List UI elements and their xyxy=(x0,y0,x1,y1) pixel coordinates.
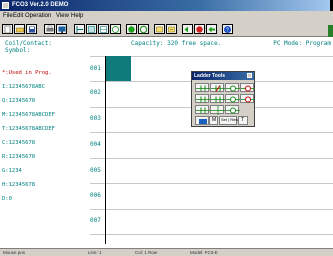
falling-edge-icon[interactable] xyxy=(210,94,225,103)
monitor-timers: T:12345678ABCDEF xyxy=(2,126,55,132)
help-icon[interactable]: ? xyxy=(222,24,233,34)
menu-bar: File Edit Operation View Help xyxy=(0,11,333,22)
monitor-h: H:12345678 xyxy=(2,182,36,188)
rung-separator xyxy=(90,183,333,184)
monitor-used-legend: *:Used in Prog. xyxy=(2,70,52,76)
status-line: Line: 1 xyxy=(88,250,102,255)
monitor-icon[interactable] xyxy=(56,24,67,34)
save-icon[interactable] xyxy=(26,24,37,34)
print-icon[interactable] xyxy=(44,24,55,34)
svg-text:?: ? xyxy=(226,28,229,34)
status-model: Model: FC3-E xyxy=(190,250,218,255)
monitor-inputs: I:12345678ABC xyxy=(2,84,46,90)
monitor-rtc: R:12345678 xyxy=(2,154,36,160)
coil-symbol-header: Coil/Contact: Symbol: xyxy=(5,40,52,54)
rung-number: 001 xyxy=(90,65,101,72)
download-icon[interactable] xyxy=(182,24,193,34)
menu-file[interactable]: File xyxy=(3,11,13,22)
app-icon[interactable] xyxy=(2,2,9,9)
nc-contact-icon[interactable] xyxy=(210,83,225,92)
timer-button-label: T xyxy=(241,117,245,123)
title-bar: FCO3 Ver.2.0 DEMO xyxy=(0,0,333,11)
reset-coil-icon[interactable] xyxy=(225,94,240,103)
rung-separator xyxy=(90,158,333,159)
coil-output-icon[interactable] xyxy=(225,83,240,92)
ladder-icon[interactable] xyxy=(74,24,85,34)
status-bar: Mouse pos Line: 1 Col: 1 Row Model: FC3-… xyxy=(0,248,333,256)
menu-view[interactable]: View xyxy=(56,11,69,22)
monitor-outputs: Q:12345678 xyxy=(2,98,36,104)
cell-cursor[interactable] xyxy=(106,56,131,81)
horizontal-line-icon[interactable] xyxy=(195,105,210,114)
symbol-label: Symbol: xyxy=(5,47,31,54)
capacity-text: Capacity: 320 free space. xyxy=(131,40,222,47)
monitor-data: D:0 xyxy=(2,196,12,202)
menu-operation[interactable]: Operation xyxy=(25,11,51,22)
monitor-g: G:1234 xyxy=(2,168,22,174)
ladder-tools-palette: Ladder Tools M Set | Reset T xyxy=(191,71,255,127)
run-icon[interactable] xyxy=(138,24,149,34)
pc-mode-text: PC Mode: Program xyxy=(273,40,331,47)
power-rail xyxy=(105,56,106,244)
arrow-icon[interactable] xyxy=(206,24,217,34)
marker-button[interactable]: M xyxy=(209,116,218,125)
ladder-tools-titlebar[interactable]: Ladder Tools xyxy=(192,72,254,80)
rising-edge-icon[interactable] xyxy=(195,94,210,103)
toggle-coil-icon[interactable] xyxy=(225,105,240,114)
timer-button[interactable]: T xyxy=(238,116,248,125)
ladder-editor[interactable]: Coil/Contact: Symbol: Capacity: 320 free… xyxy=(0,37,333,248)
close-icon[interactable] xyxy=(247,73,252,78)
status-col-row: Col: 1 Row xyxy=(135,250,158,255)
set-coil-icon[interactable] xyxy=(240,83,255,92)
menu-edit[interactable]: Edit xyxy=(13,11,23,22)
rung-number: 002 xyxy=(90,89,101,96)
coil-label: Coil/Contact: xyxy=(5,40,52,47)
marker-button-label: M xyxy=(212,117,217,123)
rung-number: 005 xyxy=(90,167,101,174)
stop-icon[interactable] xyxy=(194,24,205,34)
menu-help[interactable]: Help xyxy=(71,11,83,22)
branch-icon[interactable] xyxy=(210,105,225,115)
pulse-coil-icon[interactable] xyxy=(240,94,255,103)
compile-icon[interactable] xyxy=(126,24,137,34)
table-icon[interactable] xyxy=(98,24,109,34)
no-contact-icon[interactable] xyxy=(195,83,210,92)
rung-separator xyxy=(90,234,333,235)
grid-icon[interactable] xyxy=(86,24,97,34)
set-reset-button[interactable]: Set | Reset xyxy=(219,116,241,125)
rung-number: 003 xyxy=(90,115,101,122)
monitor-markers: M:12345678ABCDEF xyxy=(2,112,55,118)
transfer-icon[interactable] xyxy=(154,24,165,34)
upload-icon[interactable] xyxy=(166,24,177,34)
toolbar-edge xyxy=(328,25,333,37)
delete-element-icon[interactable] xyxy=(195,116,209,125)
rung-separator xyxy=(90,132,333,133)
rung-number: 007 xyxy=(90,217,101,224)
window-title: FCO3 Ver.2.0 DEMO xyxy=(12,2,69,8)
toolbar: ? xyxy=(0,22,333,37)
new-file-icon[interactable] xyxy=(2,24,13,34)
coil-icon[interactable] xyxy=(110,24,121,34)
rung-separator xyxy=(90,209,333,210)
status-mouse-pos: Mouse pos xyxy=(3,250,26,255)
monitor-counters: C:12345678 xyxy=(2,140,36,146)
open-folder-icon[interactable] xyxy=(14,24,25,34)
rung-number: 004 xyxy=(90,141,101,148)
ladder-tools-title: Ladder Tools xyxy=(194,73,226,79)
rung-number: 006 xyxy=(90,192,101,199)
